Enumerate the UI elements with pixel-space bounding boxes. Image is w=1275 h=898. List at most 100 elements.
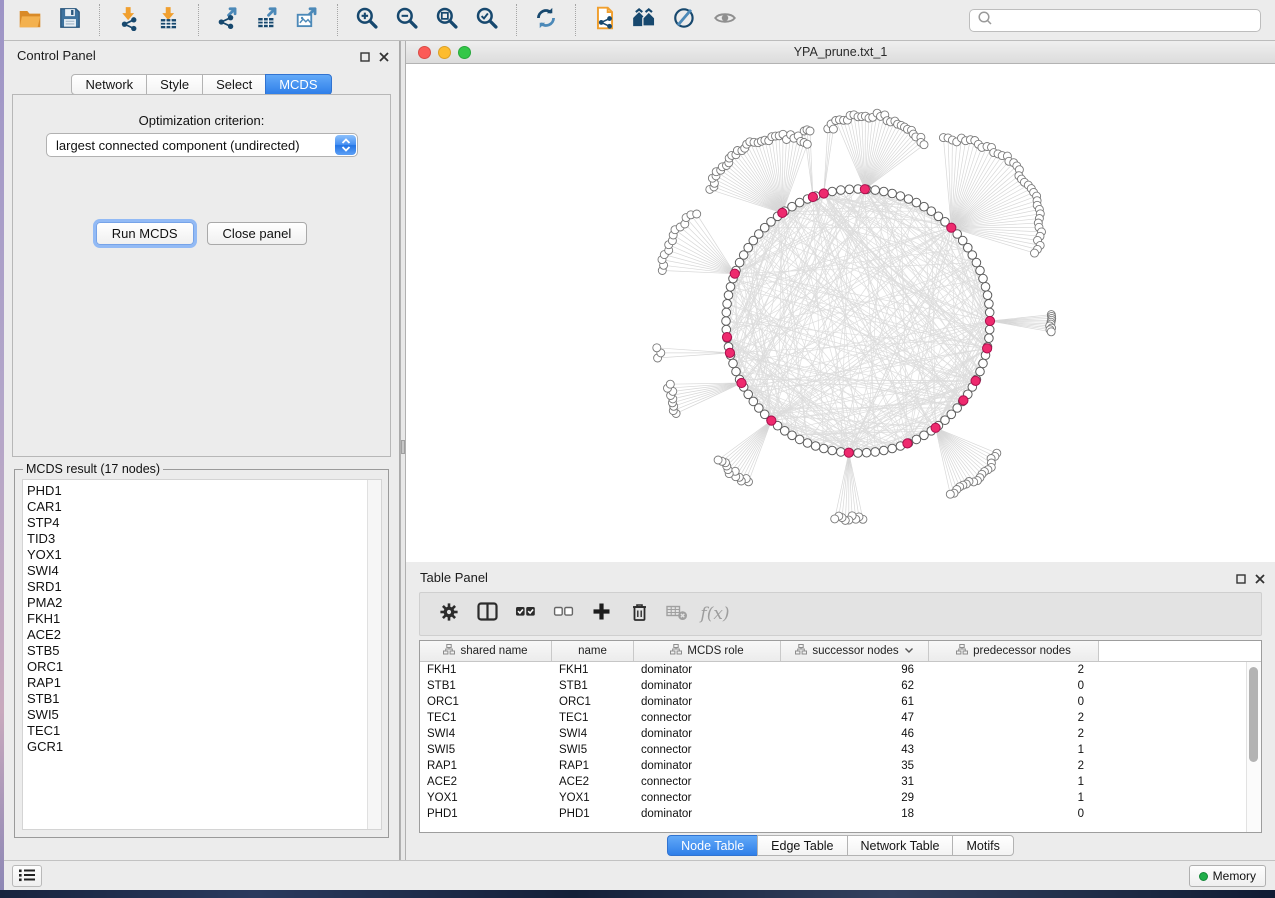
mcds-result-listbox: PHD1CAR1STP4TID3YOX1SWI4SRD1PMA2FKH1ACE2…	[22, 479, 382, 830]
mcds-result-item[interactable]: TID3	[27, 531, 367, 547]
refresh-view-button[interactable]	[530, 4, 562, 36]
export-network-button[interactable]	[212, 4, 244, 36]
cell-predecessor-nodes: 1	[929, 792, 1099, 804]
splitter-grip-icon[interactable]	[401, 440, 405, 454]
mcds-result-item[interactable]: YOX1	[27, 547, 367, 563]
toolbar-separator	[198, 4, 199, 36]
network-canvas[interactable]	[406, 64, 1275, 562]
select-all-checkboxes-icon	[515, 602, 536, 626]
table-tab-node-table[interactable]: Node Table	[667, 835, 758, 856]
close-mcds-panel-button[interactable]: Close panel	[207, 222, 308, 245]
tab-style[interactable]: Style	[146, 74, 203, 95]
save-session-icon	[57, 5, 83, 36]
network-window-titlebar: YPA_prune.txt_1	[406, 41, 1275, 64]
table-row[interactable]: YOX1YOX1connector291	[420, 790, 1261, 806]
toolbar-separator	[337, 4, 338, 36]
mcds-result-item[interactable]: STB1	[27, 691, 367, 707]
desktop-wallpaper-bottom	[0, 890, 1275, 898]
import-table-icon	[156, 5, 182, 36]
memory-button[interactable]: Memory	[1189, 865, 1266, 887]
column-header-name[interactable]: name	[552, 641, 634, 661]
run-mcds-button[interactable]: Run MCDS	[96, 222, 194, 245]
cell-successor-nodes: 35	[781, 760, 929, 772]
first-neighbors-button[interactable]	[629, 4, 661, 36]
settings-gear-button[interactable]	[432, 597, 466, 631]
split-columns-button[interactable]	[470, 597, 504, 631]
export-table-button[interactable]	[252, 4, 284, 36]
zoom-selected-button[interactable]	[471, 4, 503, 36]
zoom-fit-button[interactable]	[431, 4, 463, 36]
optimization-criterion-select[interactable]: largest connected component (undirected)	[46, 133, 358, 157]
list-icon	[17, 866, 37, 887]
close-panel-icon[interactable]	[379, 49, 389, 67]
save-session-button[interactable]	[54, 4, 86, 36]
column-header-MCDS-role[interactable]: MCDS role	[634, 641, 781, 661]
table-tab-motifs[interactable]: Motifs	[952, 835, 1013, 856]
cell-predecessor-nodes: 2	[929, 760, 1099, 772]
column-header-successor-nodes[interactable]: successor nodes	[781, 641, 929, 661]
cell-successor-nodes: 18	[781, 808, 929, 820]
memory-label: Memory	[1213, 869, 1256, 883]
mcds-result-item[interactable]: STP4	[27, 515, 367, 531]
table-row[interactable]: RAP1RAP1dominator352	[420, 758, 1261, 774]
table-row[interactable]: FKH1FKH1dominator962	[420, 662, 1261, 678]
table-tab-network-table[interactable]: Network Table	[847, 835, 954, 856]
search-input[interactable]	[994, 11, 1260, 30]
table-row[interactable]: SWI4SWI4dominator462	[420, 726, 1261, 742]
zoom-in-icon	[354, 5, 380, 36]
table-row[interactable]: PHD1PHD1dominator180	[420, 806, 1261, 822]
delete-column-button[interactable]	[622, 597, 656, 631]
mcds-result-item[interactable]: PHD1	[27, 483, 367, 499]
mcds-result-item[interactable]: GCR1	[27, 739, 367, 755]
table-row[interactable]: SWI5SWI5connector431	[420, 742, 1261, 758]
new-network-from-selection-button[interactable]	[589, 4, 621, 36]
cell-shared-name: YOX1	[420, 792, 552, 804]
mcds-list-scrollbar[interactable]	[367, 480, 381, 829]
mcds-result-item[interactable]: ACE2	[27, 627, 367, 643]
delete-table-icon	[666, 603, 688, 626]
column-header-predecessor-nodes[interactable]: predecessor nodes	[929, 641, 1099, 661]
close-table-panel-icon[interactable]	[1255, 571, 1265, 589]
tab-mcds[interactable]: MCDS	[265, 74, 331, 95]
import-network-button[interactable]	[113, 4, 145, 36]
float-panel-icon[interactable]	[360, 49, 370, 67]
mcds-result-item[interactable]: CAR1	[27, 499, 367, 515]
import-table-button[interactable]	[153, 4, 185, 36]
mcds-result-item[interactable]: SRD1	[27, 579, 367, 595]
split-columns-icon	[477, 602, 498, 626]
table-row[interactable]: TEC1TEC1connector472	[420, 710, 1261, 726]
show-all-button[interactable]	[709, 4, 741, 36]
table-row[interactable]: ACE2ACE2connector311	[420, 774, 1261, 790]
cell-name: PHD1	[552, 808, 634, 820]
mcds-result-item[interactable]: STB5	[27, 643, 367, 659]
mcds-result-item[interactable]: SWI4	[27, 563, 367, 579]
column-header-shared-name[interactable]: shared name	[420, 641, 552, 661]
table-scrollbar-thumb[interactable]	[1249, 667, 1258, 762]
add-column-button[interactable]	[584, 597, 618, 631]
zoom-out-button[interactable]	[391, 4, 423, 36]
table-row[interactable]: STB1STB1dominator620	[420, 678, 1261, 694]
mcds-result-list[interactable]: PHD1CAR1STP4TID3YOX1SWI4SRD1PMA2FKH1ACE2…	[23, 480, 367, 829]
deselect-all-checkboxes-button[interactable]	[546, 597, 580, 631]
mcds-result-item[interactable]: FKH1	[27, 611, 367, 627]
select-all-checkboxes-button[interactable]	[508, 597, 542, 631]
open-file-button[interactable]	[14, 4, 46, 36]
mcds-result-item[interactable]: RAP1	[27, 675, 367, 691]
tab-network[interactable]: Network	[71, 74, 147, 95]
mcds-result-item[interactable]: TEC1	[27, 723, 367, 739]
mcds-result-item[interactable]: SWI5	[27, 707, 367, 723]
automation-panel-button[interactable]	[12, 865, 42, 887]
mcds-result-item[interactable]: ORC1	[27, 659, 367, 675]
search-box[interactable]	[969, 9, 1261, 32]
column-type-icon	[795, 644, 807, 658]
tab-select[interactable]: Select	[202, 74, 266, 95]
float-table-panel-icon[interactable]	[1236, 571, 1246, 589]
table-tab-edge-table[interactable]: Edge Table	[757, 835, 847, 856]
cell-successor-nodes: 62	[781, 680, 929, 692]
table-scrollbar[interactable]	[1246, 662, 1261, 832]
table-row[interactable]: ORC1ORC1dominator610	[420, 694, 1261, 710]
export-image-button[interactable]	[292, 4, 324, 36]
zoom-in-button[interactable]	[351, 4, 383, 36]
hide-selected-button[interactable]	[669, 4, 701, 36]
mcds-result-item[interactable]: PMA2	[27, 595, 367, 611]
